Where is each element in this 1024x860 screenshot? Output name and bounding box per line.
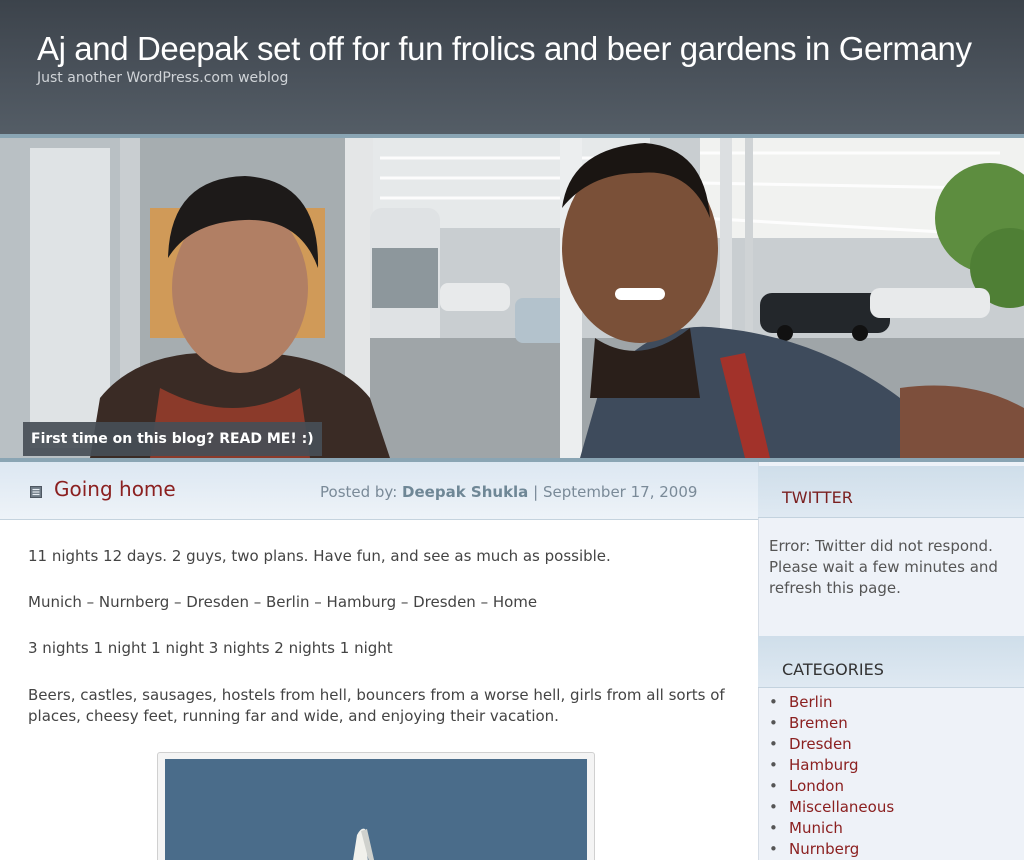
post-title[interactable]: Going home: [54, 477, 176, 501]
post-date: September 17, 2009: [542, 483, 698, 501]
bullet-icon: •: [769, 798, 778, 816]
category-link-dresden[interactable]: Dresden: [789, 735, 852, 753]
post-paragraph: Beers, castles, sausages, hostels from h…: [28, 686, 725, 725]
twitter-widget-title: TWITTER: [782, 488, 853, 507]
list-item: • Dresden: [769, 734, 894, 755]
twitter-error-message: Error: Twitter did not respond. Please w…: [769, 537, 998, 597]
posted-by-label: Posted by:: [320, 483, 398, 501]
category-link-bremen[interactable]: Bremen: [789, 714, 848, 732]
category-link-hamburg[interactable]: Hamburg: [789, 756, 859, 774]
post-paragraph: 3 nights 1 night 1 night 3 nights 2 nigh…: [28, 639, 393, 657]
post-photo: [165, 759, 587, 860]
categories-widget-title: CATEGORIES: [782, 660, 884, 679]
bullet-icon: •: [769, 735, 778, 753]
category-link-miscellaneous[interactable]: Miscellaneous: [789, 798, 894, 816]
categories-list: • Berlin • Bremen • Dresden • Hamburg • Londo…: [769, 692, 894, 860]
post-image[interactable]: [157, 752, 595, 860]
category-link-london[interactable]: London: [789, 777, 844, 795]
bullet-icon: •: [769, 840, 778, 858]
header-photo: [0, 138, 1024, 458]
list-item: • Bremen: [769, 713, 894, 734]
list-item: • Nurnberg: [769, 839, 894, 860]
site-description: Just another WordPress.com weblog: [37, 70, 289, 86]
category-link-nurnberg[interactable]: Nurnberg: [789, 840, 859, 858]
post-photo-illustration: [165, 759, 587, 860]
list-item: • Berlin: [769, 692, 894, 713]
bullet-icon: •: [769, 756, 778, 774]
post-paragraph: 11 nights 12 days. 2 guys, two plans. Ha…: [28, 547, 611, 565]
document-icon: [30, 486, 42, 498]
post-paragraph: Munich – Nurnberg – Dresden – Berlin – H…: [28, 593, 538, 611]
site-title[interactable]: Aj and Deepak set off for fun frolics an…: [37, 30, 972, 68]
category-link-berlin[interactable]: Berlin: [789, 693, 833, 711]
list-item: • Hamburg: [769, 755, 894, 776]
meta-separator: |: [533, 483, 539, 501]
category-link-munich[interactable]: Munich: [789, 819, 843, 837]
list-item: • Miscellaneous: [769, 797, 894, 818]
bullet-icon: •: [769, 714, 778, 732]
site-header: Aj and Deepak set off for fun frolics an…: [0, 0, 1024, 134]
banner-illustration: [0, 138, 1024, 458]
list-item: • London: [769, 776, 894, 797]
list-item: • Munich: [769, 818, 894, 839]
bullet-icon: •: [769, 777, 778, 795]
post-meta: Posted by: Deepak Shukla | September 17,…: [320, 483, 697, 501]
readme-link[interactable]: First time on this blog? READ ME! :): [23, 422, 322, 456]
bullet-icon: •: [769, 693, 778, 711]
bullet-icon: •: [769, 819, 778, 837]
post-author-link[interactable]: Deepak Shukla: [402, 483, 528, 501]
